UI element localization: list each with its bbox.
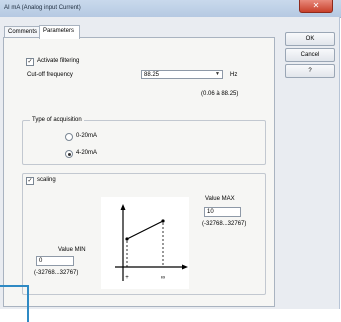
cutoff-frequency-select[interactable]: 88.25 ▼ <box>141 70 223 79</box>
title-bar: AI mA (Analog input Current) ✕ <box>0 0 341 18</box>
value-max-range: (-32768...32767) <box>202 221 247 227</box>
graph-x-label-min: + <box>125 275 129 281</box>
radio-0-20ma[interactable] <box>65 133 73 141</box>
accent-line <box>0 285 28 287</box>
value-min-range: (-32768...32767) <box>34 270 79 276</box>
activate-filtering-checkbox[interactable]: ✓ <box>26 58 34 66</box>
graph-x-label-max: ∞ <box>161 275 165 281</box>
cutoff-frequency-value: 88.25 <box>144 72 160 78</box>
acquisition-group-label: Type of acquisition <box>30 117 84 123</box>
graph-min-point <box>125 237 129 241</box>
graph-scaling-line <box>126 220 164 240</box>
window-title: AI mA (Analog input Current) <box>4 5 81 11</box>
value-max-label: Value MAX <box>205 196 235 202</box>
scaling-checkbox[interactable]: ✓ <box>26 177 34 185</box>
graph-x-arrow <box>182 264 188 270</box>
graph-y-arrow <box>120 204 126 210</box>
acquisition-group <box>22 120 266 165</box>
value-min-label: Value MIN <box>58 247 86 253</box>
value-max-input[interactable]: 10 <box>204 207 241 217</box>
scaling-graph: + ∞ <box>101 197 189 289</box>
chevron-down-icon[interactable]: ▼ <box>213 71 222 78</box>
scaling-label: scaling <box>37 177 56 183</box>
radio-4-20ma-label: 4-20mA <box>76 150 98 156</box>
accent-line-vertical <box>27 285 29 322</box>
radio-4-20ma[interactable] <box>65 150 73 158</box>
cutoff-frequency-label: Cut-off frequency <box>27 72 73 78</box>
activate-filtering-label: Activate filtering <box>37 58 80 64</box>
close-button[interactable]: ✕ <box>299 0 333 13</box>
value-min-input[interactable]: 0 <box>36 256 74 266</box>
ok-button[interactable]: OK <box>285 32 335 46</box>
cutoff-unit: Hz <box>230 72 238 78</box>
graph-max-point <box>161 219 165 223</box>
cutoff-range: (0.06 à 88.25) <box>201 91 239 97</box>
radio-0-20ma-label: 0-20mA <box>76 133 98 139</box>
close-icon: ✕ <box>312 1 320 10</box>
help-button[interactable]: ? <box>285 64 335 78</box>
cancel-button[interactable]: Cancel <box>285 48 335 62</box>
tab-parameters[interactable]: Parameters <box>39 25 80 39</box>
